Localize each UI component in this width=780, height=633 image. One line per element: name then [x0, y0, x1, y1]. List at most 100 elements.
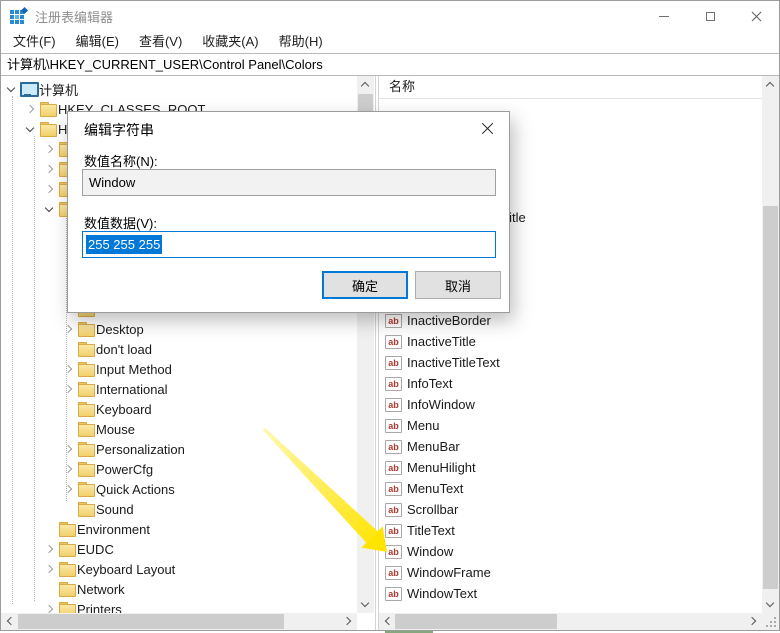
chevron-right-icon[interactable] — [43, 542, 57, 556]
list-vertical-scrollbar[interactable] — [762, 76, 779, 613]
tree-item-计算机[interactable]: 计算机 — [1, 79, 357, 99]
string-value-icon: ab — [385, 461, 402, 475]
list-item-inactivetitle[interactable]: abInactiveTitle — [385, 331, 500, 352]
tree-item-quick-actions[interactable]: Quick Actions — [1, 479, 357, 499]
scroll-up-icon[interactable] — [762, 76, 779, 93]
value-name: InactiveTitle — [407, 334, 476, 349]
scroll-left-icon[interactable] — [1, 613, 18, 630]
list-item-menu[interactable]: abMenu — [385, 415, 500, 436]
tree-item-label: Input Method — [96, 362, 172, 377]
folder-icon — [78, 443, 94, 456]
chevron-right-icon[interactable] — [62, 322, 76, 336]
chevron-right-icon[interactable] — [43, 142, 57, 156]
list-item-menutext[interactable]: ab MenuText — [385, 478, 500, 499]
list-horizontal-scrollbar[interactable] — [379, 613, 762, 630]
scroll-down-icon[interactable] — [762, 596, 779, 613]
list-item-windowframe[interactable]: abWindowFrame — [385, 562, 500, 583]
value-name: MenuText — [407, 481, 463, 496]
chevron-right-icon[interactable] — [62, 462, 76, 476]
folder-icon — [78, 483, 94, 496]
menu-item-4[interactable]: 帮助(H) — [269, 31, 333, 53]
selected-text: 255 255 255 — [86, 235, 162, 254]
ok-button[interactable]: 确定 — [322, 271, 408, 299]
chevron-right-icon[interactable] — [43, 602, 57, 613]
close-button[interactable] — [733, 1, 779, 31]
tree-item-sound[interactable]: Sound — [1, 499, 357, 519]
tree-hscroll-thumb[interactable] — [18, 614, 284, 629]
title-bar[interactable]: 注册表编辑器 — [1, 1, 779, 31]
tree-item-printers[interactable]: Printers — [1, 599, 357, 613]
menu-item-2[interactable]: 查看(V) — [129, 31, 192, 53]
edit-string-dialog: 编辑字符串 数值名称(N): Window 数值数据(V): 255 255 2… — [67, 111, 510, 313]
menu-item-1[interactable]: 编辑(E) — [66, 31, 129, 53]
list-item-infowindow[interactable]: abInfoWindow — [385, 394, 500, 415]
string-value-icon: ab — [385, 314, 402, 328]
chevron-right-icon[interactable] — [62, 442, 76, 456]
chevron-down-icon[interactable] — [24, 122, 38, 136]
chevron-down-icon[interactable] — [43, 202, 57, 216]
chevron-spacer — [62, 422, 76, 436]
dialog-close-button[interactable] — [471, 116, 503, 140]
string-value-icon: ab — [385, 587, 402, 601]
scroll-left-icon[interactable] — [379, 613, 396, 630]
tree-item-keyboard[interactable]: Keyboard — [1, 399, 357, 419]
string-value-icon: ab — [385, 566, 402, 580]
tree-item-don-t-load[interactable]: don't load — [1, 339, 357, 359]
address-path[interactable]: 计算机\HKEY_CURRENT_USER\Control Panel\Colo… — [1, 54, 779, 75]
value-data-field[interactable]: 255 255 255 — [82, 231, 496, 258]
tree-item-desktop[interactable]: Desktop — [1, 319, 357, 339]
menu-item-3[interactable]: 收藏夹(A) — [192, 31, 268, 53]
tree-item-international[interactable]: International — [1, 379, 357, 399]
list-item-scrollbar[interactable]: abScrollbar — [385, 499, 500, 520]
list-hscroll-thumb[interactable] — [395, 614, 557, 629]
tree-item-label: Sound — [96, 502, 134, 517]
string-value-icon: ab — [385, 482, 402, 496]
value-name-field[interactable]: Window — [82, 169, 496, 196]
value-name: Menu — [407, 418, 440, 433]
string-value-icon: ab — [385, 440, 402, 454]
chevron-down-icon[interactable] — [5, 82, 19, 96]
list-item-inactiveborder[interactable]: abInactiveBorder — [385, 310, 500, 331]
chevron-right-icon[interactable] — [62, 482, 76, 496]
chevron-right-icon[interactable] — [62, 362, 76, 376]
chevron-right-icon[interactable] — [62, 382, 76, 396]
list-item-menubar[interactable]: ab MenuBar — [385, 436, 500, 457]
menu-item-0[interactable]: 文件(F) — [3, 31, 66, 53]
tree-item-network[interactable]: Network — [1, 579, 357, 599]
tree-item-keyboard-layout[interactable]: Keyboard Layout — [1, 559, 357, 579]
chevron-right-icon[interactable] — [43, 182, 57, 196]
chevron-right-icon[interactable] — [24, 102, 38, 116]
list-item-menuhilight[interactable]: abMenuHilight — [385, 457, 500, 478]
chevron-right-icon[interactable] — [43, 562, 57, 576]
tree-item-mouse[interactable]: Mouse — [1, 419, 357, 439]
tree-item-personalization[interactable]: Personalization — [1, 439, 357, 459]
list-vscroll-thumb[interactable] — [763, 206, 778, 589]
list-item-infotext[interactable]: abInfoText — [385, 373, 500, 394]
tree-item-eudc[interactable]: EUDC — [1, 539, 357, 559]
scroll-right-icon[interactable] — [745, 613, 762, 630]
cancel-button[interactable]: 取消 — [415, 271, 501, 299]
tree-horizontal-scrollbar[interactable] — [1, 613, 357, 630]
tree-item-environment[interactable]: Environment — [1, 519, 357, 539]
list-item-windowtext[interactable]: abWindowText — [385, 583, 500, 604]
values-list: abInactiveBorderabInactiveTitleabInactiv… — [385, 310, 500, 604]
list-item-titletext[interactable]: abTitleText — [385, 520, 500, 541]
scroll-right-icon[interactable] — [340, 613, 357, 630]
resize-grip[interactable] — [762, 613, 779, 630]
address-bar[interactable]: 计算机\HKEY_CURRENT_USER\Control Panel\Colo… — [1, 53, 779, 76]
tree-item-input-method[interactable]: Input Method — [1, 359, 357, 379]
scroll-down-icon[interactable] — [357, 596, 374, 613]
list-item-window[interactable]: abWindow — [385, 541, 500, 562]
column-header-name[interactable]: 名称 — [379, 76, 763, 99]
value-name: InfoWindow — [407, 397, 475, 412]
maximize-button[interactable] — [687, 1, 733, 31]
list-item-inactivetitletext[interactable]: abInactiveTitleText — [385, 352, 500, 373]
minimize-button[interactable] — [641, 1, 687, 31]
string-value-icon: ab — [385, 503, 402, 517]
maximize-icon — [706, 12, 715, 21]
tree-item-powercfg[interactable]: PowerCfg — [1, 459, 357, 479]
value-name: MenuBar — [407, 439, 460, 454]
scroll-up-icon[interactable] — [357, 76, 374, 93]
value-name: Window — [407, 544, 453, 559]
chevron-right-icon[interactable] — [43, 162, 57, 176]
